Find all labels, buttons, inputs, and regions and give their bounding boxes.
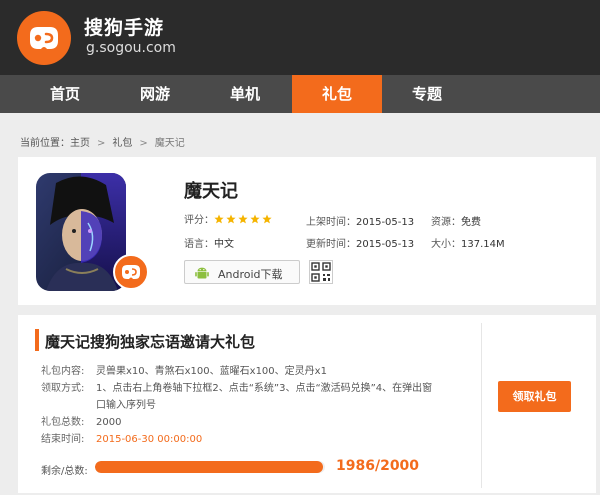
gift-pack-card: 魔天记搜狗独家忘语邀请大礼包 礼包内容: 灵兽果x10、青煞石x100、蓝曜石x1… xyxy=(18,315,596,493)
android-icon xyxy=(195,267,209,279)
remaining-value: 1986/2000 xyxy=(336,458,420,474)
game-info-card: 魔天记 评分： 语言：中文 上架时间：2015-05-13 更新时间：2015-… xyxy=(18,157,596,305)
size-value: 137.14M xyxy=(461,239,505,250)
gift-total-row: 礼包总数: 2000 xyxy=(41,416,121,430)
main-nav: 首页 网游 单机 礼包 专题 xyxy=(0,75,600,113)
breadcrumb-home[interactable]: 主页 xyxy=(70,134,90,149)
star-icon xyxy=(250,214,260,223)
android-download-button[interactable]: Android下载 xyxy=(184,260,300,284)
site-header: 搜狗手游 g.sogou.com xyxy=(0,0,600,75)
breadcrumb-separator: > xyxy=(97,138,106,149)
update-value: 2015-05-13 xyxy=(356,239,415,250)
game-title: 魔天记 xyxy=(184,181,238,202)
breadcrumb-gifts[interactable]: 礼包 xyxy=(112,134,132,149)
claim-method-value: 1、点击右上角卷轴下拉框2、点击“系统”3、点击“激活码兑换”4、在弹出窗 xyxy=(96,383,433,394)
sogou-gamepad-icon xyxy=(113,254,149,290)
gift-content-value: 灵兽果x10、青煞石x100、蓝曜石x100、定灵丹x1 xyxy=(96,366,327,377)
star-icon xyxy=(262,214,272,223)
breadcrumb-current: 魔天记 xyxy=(154,138,185,149)
release-value: 2015-05-13 xyxy=(356,217,415,228)
nav-item-topics[interactable]: 专题 xyxy=(382,75,472,113)
size: 大小：137.14M xyxy=(431,235,505,250)
title-accent-bar xyxy=(35,329,39,351)
language-label: 语言： xyxy=(184,239,214,250)
claim-method-row: 领取方式: 1、点击右上角卷轴下拉框2、点击“系统”3、点击“激活码兑换”4、在弹… xyxy=(41,382,432,396)
price-value: 免费 xyxy=(461,217,481,228)
gift-total-label: 礼包总数: xyxy=(41,417,85,428)
star-icon xyxy=(238,214,248,223)
language: 语言：中文 xyxy=(184,235,234,250)
divider xyxy=(481,323,482,488)
price-label: 资源： xyxy=(431,217,461,228)
price: 资源：免费 xyxy=(431,213,481,228)
breadcrumb: 当前位置：主页 > 礼包 > 魔天记 xyxy=(20,134,185,149)
breadcrumb-separator: > xyxy=(139,138,148,149)
rating-label: 评分： xyxy=(184,215,214,226)
end-time-value: 2015-06-30 00:00:00 xyxy=(96,434,203,445)
claim-method-value-continued: 口输入序列号 xyxy=(96,400,156,411)
release-date: 上架时间：2015-05-13 xyxy=(306,213,414,228)
remaining-progress-fill xyxy=(95,461,324,473)
release-label: 上架时间： xyxy=(306,217,356,228)
language-value: 中文 xyxy=(214,239,234,250)
end-time-label: 结束时间: xyxy=(41,434,85,445)
claim-gift-button[interactable]: 领取礼包 xyxy=(498,381,571,412)
end-time-row: 结束时间: 2015-06-30 00:00:00 xyxy=(41,433,202,447)
nav-item-online-games[interactable]: 网游 xyxy=(110,75,200,113)
star-icon xyxy=(214,214,224,223)
star-icon xyxy=(226,214,236,223)
rating-stars xyxy=(214,214,274,227)
rating: 评分： xyxy=(184,211,274,227)
size-label: 大小： xyxy=(431,239,461,250)
update-date: 更新时间：2015-05-13 xyxy=(306,235,414,250)
breadcrumb-prefix: 当前位置： xyxy=(20,138,70,149)
android-download-label: Android下载 xyxy=(218,268,283,281)
nav-item-home[interactable]: 首页 xyxy=(20,75,110,113)
claim-method-label: 领取方式: xyxy=(41,383,85,394)
gift-content-label: 礼包内容: xyxy=(41,366,85,377)
update-label: 更新时间： xyxy=(306,239,356,250)
gift-content-row: 礼包内容: 灵兽果x10、青煞石x100、蓝曜石x100、定灵丹x1 xyxy=(41,365,327,379)
remaining-progress-bar xyxy=(95,461,325,473)
site-url[interactable]: g.sogou.com xyxy=(86,40,176,56)
gift-total-value: 2000 xyxy=(96,417,122,428)
sogou-gamepad-icon[interactable] xyxy=(17,11,71,65)
nav-item-single-player[interactable]: 单机 xyxy=(200,75,290,113)
gift-title: 魔天记搜狗独家忘语邀请大礼包 xyxy=(45,333,256,351)
qr-code-icon[interactable] xyxy=(309,260,333,284)
site-name[interactable]: 搜狗手游 xyxy=(84,13,164,40)
remaining-label: 剩余/总数: xyxy=(41,466,88,477)
claim-method-row-continued: 口输入序列号 xyxy=(96,399,156,413)
nav-item-gifts[interactable]: 礼包 xyxy=(292,75,382,113)
